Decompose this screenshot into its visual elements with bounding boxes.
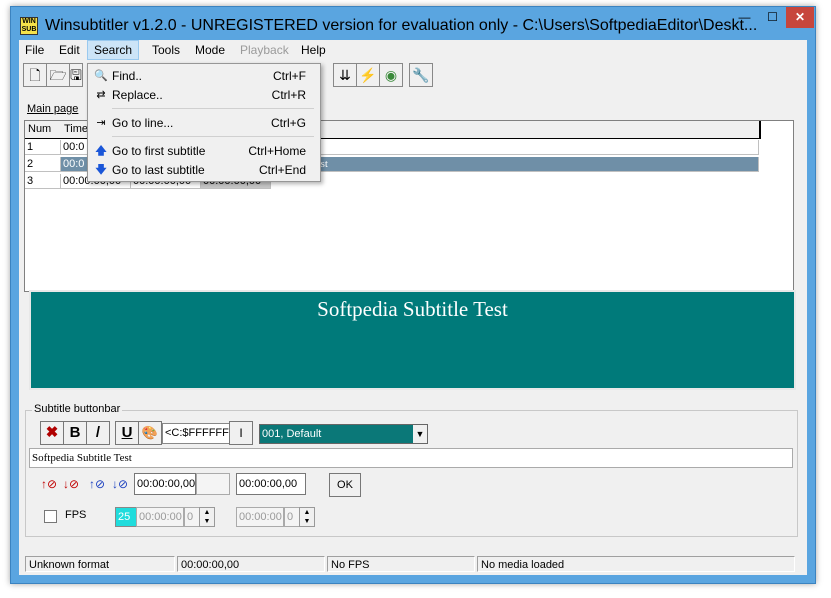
menu-edit[interactable]: Edit <box>53 41 86 59</box>
menu-separator <box>112 136 314 137</box>
goto-line-icon: ⇥ <box>96 117 106 129</box>
ok-button[interactable]: OK <box>329 473 361 497</box>
menu-search[interactable]: Search <box>87 40 140 60</box>
color-palette-icon[interactable]: 🎨 <box>138 421 162 445</box>
clear-format-icon[interactable]: ✖ <box>40 421 64 445</box>
cell-num: 3 <box>25 174 61 189</box>
menu-playback[interactable]: Playback <box>234 41 295 59</box>
maximize-button[interactable]: ☐ <box>759 7 786 28</box>
find-icon: 🔍 <box>94 70 108 82</box>
open-folder-icon[interactable]: 🗁 <box>46 63 70 87</box>
status-bar: Unknown format 00:00:00,00 No FPS No med… <box>19 554 807 574</box>
save-icon[interactable]: 🖫 <box>69 63 83 87</box>
menu-file[interactable]: File <box>19 41 50 59</box>
menu-bar: File Edit Search Tools Mode Playback Hel… <box>19 40 807 60</box>
menu-item-label: Go to last subtitle <box>112 163 205 177</box>
spinner-icon[interactable]: ▲ ▼ <box>199 507 215 527</box>
menu-item-replace[interactable]: ⇄ Replace.. Ctrl+R <box>88 86 318 104</box>
arrow-up-icon: 🡅 <box>95 145 107 157</box>
subtitle-text-input[interactable]: Softpedia Subtitle Test <box>29 448 793 468</box>
duration-field[interactable] <box>196 473 230 495</box>
status-fps: No FPS <box>327 556 475 572</box>
style-value: 001, Default <box>262 428 322 440</box>
menu-item-goto-line[interactable]: ⇥ Go to line... Ctrl+G <box>88 114 318 132</box>
fps-checkbox[interactable] <box>44 510 57 523</box>
title-bar[interactable]: WIN SUB Winsubtitler v1.2.0 - UNREGISTER… <box>11 7 815 41</box>
separator-button[interactable]: I <box>229 421 253 445</box>
window-title: Winsubtitler v1.2.0 - UNREGISTERED versi… <box>45 17 758 34</box>
cell-num: 1 <box>25 140 61 155</box>
lightning-icon[interactable]: ⚡ <box>356 63 380 87</box>
end-time-up-icon[interactable]: ↑⊘ <box>87 473 107 495</box>
fps-time-field-1[interactable]: 00:00:00 <box>136 507 184 527</box>
menu-item-find[interactable]: 🔍 Find.. Ctrl+F <box>88 67 318 85</box>
menu-item-label: Replace.. <box>112 88 163 102</box>
fps-label: FPS <box>65 509 87 521</box>
menu-item-shortcut: Ctrl+End <box>258 163 306 177</box>
bold-button[interactable]: B <box>63 421 87 445</box>
cell-text: Subtitle Test <box>271 157 759 172</box>
app-icon[interactable]: WIN SUB <box>20 17 38 35</box>
subtitle-buttonbar: Subtitle buttonbar ✖ B / U 🎨 <C:$FFFFFF>… <box>25 403 798 537</box>
arrow-down-icon: 🡇 <box>95 164 107 176</box>
status-format: Unknown format <box>25 556 175 572</box>
start-time-down-icon[interactable]: ↓⊘ <box>61 473 81 495</box>
status-media: No media loaded <box>477 556 795 572</box>
menu-item-label: Go to first subtitle <box>112 144 206 158</box>
start-time-field[interactable]: 00:00:00,00 <box>134 473 196 495</box>
buttonbar-label: Subtitle buttonbar <box>32 403 123 415</box>
header-num[interactable]: Num <box>28 123 51 135</box>
cell-num: 2 <box>25 157 61 172</box>
color-code-field[interactable]: <C:$FFFFFF> <box>162 423 235 444</box>
fps-value: 25 <box>118 511 131 523</box>
menu-help[interactable]: Help <box>295 41 332 59</box>
menu-item-label: Find.. <box>112 69 143 83</box>
status-time: 00:00:00,00 <box>177 556 325 572</box>
cell-text <box>271 140 759 155</box>
start-time-up-icon[interactable]: ↑⊘ <box>39 473 59 495</box>
fps-frame-field-1[interactable]: 0 <box>184 507 200 527</box>
minimize-button[interactable]: — <box>731 7 758 28</box>
menu-item-shortcut: Ctrl+Home <box>248 144 306 158</box>
preview-text: Softpedia Subtitle Test <box>317 297 508 321</box>
menu-item-label: Go to line... <box>112 116 174 130</box>
spinner-icon[interactable]: ▲ ▼ <box>299 507 315 527</box>
close-button[interactable]: ✕ <box>786 7 814 28</box>
menu-mode[interactable]: Mode <box>189 41 231 59</box>
menu-item-first-subtitle[interactable]: 🡅 Go to first subtitle Ctrl+Home <box>88 142 318 160</box>
style-select[interactable]: 001, Default ▼ <box>259 424 428 444</box>
end-time-down-icon[interactable]: ↓⊘ <box>110 473 130 495</box>
end-time-field[interactable]: 00:00:00,00 <box>236 473 306 495</box>
menu-separator <box>112 108 314 109</box>
menu-item-shortcut: Ctrl+F <box>273 69 306 83</box>
menu-item-shortcut: Ctrl+G <box>270 116 306 130</box>
menu-item-last-subtitle[interactable]: 🡇 Go to last subtitle Ctrl+End <box>88 161 318 179</box>
download-icon[interactable]: ⇊ <box>333 63 357 87</box>
chevron-down-icon[interactable]: ▼ <box>413 425 427 443</box>
underline-button[interactable]: U <box>115 421 139 445</box>
tab-main-page[interactable]: Main page <box>27 103 78 115</box>
settings-icon[interactable]: 🔧 <box>409 63 433 87</box>
subtitle-preview: Softpedia Subtitle Test <box>29 290 796 390</box>
header-time[interactable]: Time <box>64 123 88 135</box>
italic-button[interactable]: / <box>86 421 110 445</box>
cd-icon[interactable]: ◉ <box>379 63 403 87</box>
search-menu-dropdown: 🔍 Find.. Ctrl+F ⇄ Replace.. Ctrl+R ⇥ Go … <box>87 63 321 182</box>
new-file-icon[interactable]: 🗋 <box>23 63 47 87</box>
menu-tools[interactable]: Tools <box>146 41 186 59</box>
replace-icon: ⇄ <box>96 89 106 101</box>
menu-item-shortcut: Ctrl+R <box>271 88 306 102</box>
fps-time-field-2[interactable]: 00:00:00 <box>236 507 284 527</box>
fps-frame-field-2[interactable]: 0 <box>284 507 300 527</box>
